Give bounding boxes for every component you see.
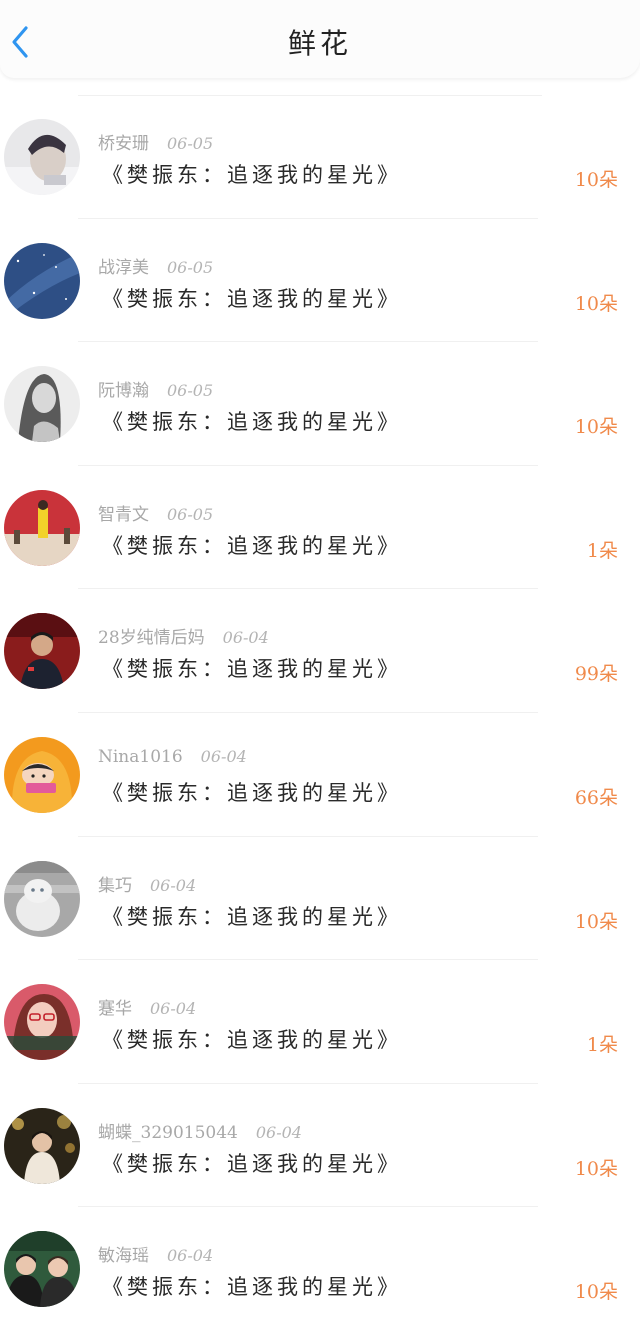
user-meta: 敏海瑶 06-04 <box>98 1241 213 1266</box>
avatar[interactable] <box>4 119 80 195</box>
book-title[interactable]: 《樊振东：追逐我的星光》 <box>102 283 402 313</box>
date: 06-05 <box>167 257 214 277</box>
avatar[interactable] <box>4 613 80 690</box>
flower-amount: 10朵 <box>574 910 618 933</box>
username[interactable]: 阮博瀚 <box>98 381 149 401</box>
flower-amount: 1朵 <box>586 1034 618 1057</box>
flower-amount: 10朵 <box>574 1281 618 1304</box>
date: 06-04 <box>167 1246 214 1266</box>
flower-amount: 10朵 <box>574 169 618 191</box>
user-meta: 蹇华 06-04 <box>98 994 196 1019</box>
date: 06-04 <box>150 999 197 1019</box>
book-title[interactable]: 《樊振东：追逐我的星光》 <box>102 1148 402 1178</box>
avatar[interactable] <box>4 736 80 813</box>
username[interactable]: 蹇华 <box>98 999 132 1019</box>
username[interactable]: 战淳美 <box>98 258 149 278</box>
flower-amount: 1朵 <box>586 539 618 562</box>
book-title[interactable]: 《樊振东：追逐我的星光》 <box>102 159 402 189</box>
date: 06-05 <box>167 504 214 524</box>
user-meta: 阮博瀚 06-05 <box>98 376 213 401</box>
user-meta: 28岁纯情后妈 06-04 <box>98 623 269 648</box>
book-title[interactable]: 《樊振东：追逐我的星光》 <box>102 530 402 560</box>
date: 06-04 <box>222 628 269 648</box>
book-title[interactable]: 《樊振东：追逐我的星光》 <box>102 406 402 436</box>
date: 06-04 <box>200 746 247 766</box>
username[interactable]: 28岁纯情后妈 <box>98 628 205 648</box>
user-meta: 桥安珊 06-05 <box>98 129 213 154</box>
user-meta: 战淳美 06-05 <box>98 253 213 278</box>
flower-amount: 10朵 <box>574 292 618 315</box>
date: 06-04 <box>150 875 197 895</box>
username[interactable]: 智青文 <box>98 505 149 525</box>
top-bar: 鲜花 <box>0 0 640 78</box>
user-meta: 智青文 06-05 <box>98 500 213 525</box>
list-item[interactable]: 智青文 06-05 《樊振东：追逐我的星光》 1朵 <box>0 466 640 590</box>
username[interactable]: Nina1016 <box>98 747 183 767</box>
book-title[interactable]: 《樊振东：追逐我的星光》 <box>102 653 402 683</box>
avatar[interactable] <box>4 366 80 443</box>
flower-amount: 99朵 <box>574 663 618 686</box>
user-meta: Nina1016 06-04 <box>98 747 247 767</box>
list-item[interactable]: 战淳美 06-05 《樊振东：追逐我的星光》 10朵 <box>0 219 640 343</box>
username[interactable]: 集巧 <box>98 876 132 896</box>
book-title[interactable]: 《樊振东：追逐我的星光》 <box>102 1271 402 1301</box>
avatar[interactable] <box>4 860 80 937</box>
book-title[interactable]: 《樊振东：追逐我的星光》 <box>102 1024 402 1054</box>
avatar[interactable] <box>4 1231 80 1308</box>
date: 06-04 <box>255 1122 302 1142</box>
list-item[interactable]: 28岁纯情后妈 06-04 《樊振东：追逐我的星光》 99朵 <box>0 589 640 713</box>
list-item[interactable]: Nina1016 06-04 《樊振东：追逐我的星光》 66朵 <box>0 713 640 837</box>
page-title: 鲜花 <box>287 27 352 60</box>
username[interactable]: 敏海瑶 <box>98 1246 149 1266</box>
list-item[interactable]: 敏海瑶 06-04 《樊振东：追逐我的星光》 10朵 <box>0 1207 640 1331</box>
flower-record-list: 桥安珊 06-05 《樊振东：追逐我的星光》 10朵 战淳美 06-05 《樊振东：… <box>0 95 640 1331</box>
avatar[interactable] <box>4 984 80 1061</box>
list-item[interactable]: 桥安珊 06-05 《樊振东：追逐我的星光》 10朵 <box>0 95 640 219</box>
list-item[interactable]: 集巧 06-04 《樊振东：追逐我的星光》 10朵 <box>0 837 640 961</box>
book-title[interactable]: 《樊振东：追逐我的星光》 <box>102 777 402 807</box>
avatar[interactable] <box>4 489 80 566</box>
date: 06-05 <box>167 134 214 153</box>
list-item[interactable]: 蝴蝶_329015044 06-04 《樊振东：追逐我的星光》 10朵 <box>0 1084 640 1208</box>
avatar[interactable] <box>4 242 80 319</box>
flower-amount: 10朵 <box>574 416 618 439</box>
list-item[interactable]: 蹇华 06-04 《樊振东：追逐我的星光》 1朵 <box>0 960 640 1084</box>
book-title[interactable]: 《樊振东：追逐我的星光》 <box>102 901 402 931</box>
list-item[interactable]: 阮博瀚 06-05 《樊振东：追逐我的星光》 10朵 <box>0 342 640 466</box>
username[interactable]: 蝴蝶_329015044 <box>98 1123 238 1143</box>
user-meta: 蝴蝶_329015044 06-04 <box>98 1118 302 1143</box>
flower-amount: 66朵 <box>574 786 618 809</box>
user-meta: 集巧 06-04 <box>98 871 196 896</box>
avatar[interactable] <box>4 1107 80 1184</box>
date: 06-05 <box>167 381 214 401</box>
username[interactable]: 桥安珊 <box>98 134 149 154</box>
flower-amount: 10朵 <box>574 1157 618 1180</box>
